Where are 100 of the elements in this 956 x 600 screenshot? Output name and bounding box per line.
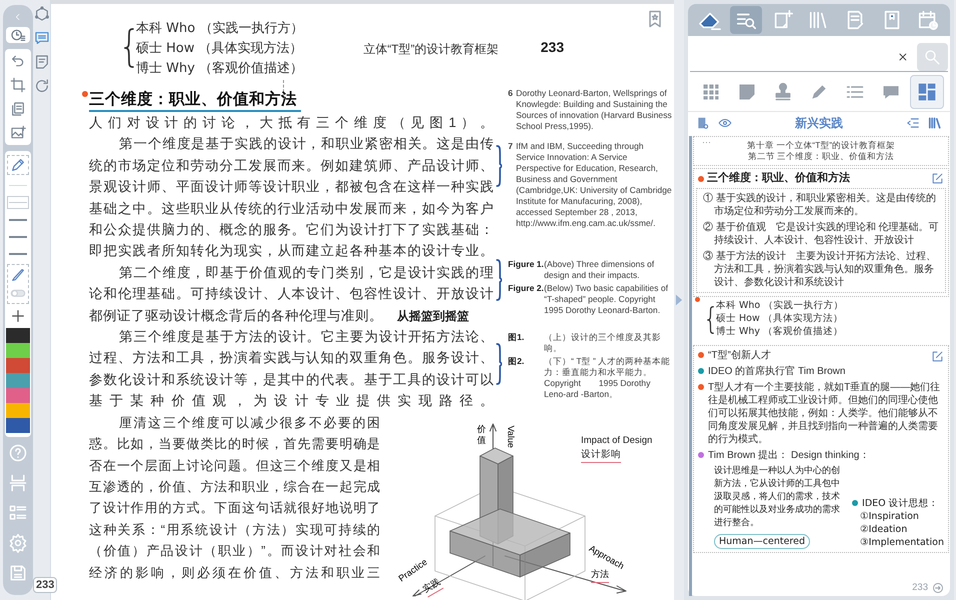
crop-icon[interactable] bbox=[10, 77, 26, 93]
axis-label: 价值 bbox=[477, 424, 487, 446]
handwritten-list-item: ①Inspiration bbox=[859, 510, 920, 523]
excerpt-item: ① 基于实践的设计，和职业紧密相关。这是由传统的市场定位和劳动分工发展而来的。 bbox=[703, 192, 937, 218]
page-number-badge: 233 bbox=[33, 577, 58, 593]
note-text: Tim Brown 提出： Design thinking： bbox=[708, 449, 870, 462]
paragraph: 人们对设计的讨论，大抵有三个维度（见图1）。 bbox=[89, 114, 494, 132]
paragraph: 都例证了驱动设计概念背后的各种伦理与准则。 bbox=[89, 306, 383, 325]
paragraph: 第三个维度是基于方法的设计。它主要为设计开拓方法论、过程、方法和工具，扮演着实践与认知的双重角色。服务设计、参数化设计和系统设计等，是其中的代表。基于工具的设计可以基于某种价值观，为设计专业提供实现路径。 bbox=[89, 328, 494, 410]
color-swatch[interactable] bbox=[6, 343, 30, 358]
pencil-icon bbox=[10, 157, 26, 173]
axis-label: 实践 bbox=[420, 575, 444, 598]
brush-icon[interactable] bbox=[10, 267, 26, 283]
image-add-icon[interactable] bbox=[10, 125, 26, 141]
excerpt-item: ③ 基于方法的设计 主要为设计开拓方法论、过程、方法和工具，扮演着实践与认知的双重角色。服务设计、参数化设计和系统设计 bbox=[703, 250, 937, 289]
footnote: Dorothy Leonard-Barton, Wellsprings of Knowlegde: Building and Sustaining the Sources of innovation (Harvard Business School Press,1995). bbox=[516, 88, 673, 132]
panel-title: 新兴实践 bbox=[794, 115, 844, 132]
handwritten-line: 硕士 How （具体实现方法） bbox=[136, 40, 304, 58]
caption-label: Figure 2. bbox=[508, 283, 544, 295]
handwritten-list-item: ②Ideation bbox=[859, 523, 908, 536]
paragraph: 第一个维度是基于实践的设计，和职业紧密相关。这是由传统的市场定位和劳动分工发展而来。例如建筑师、产品设计师、景观设计师、平面设计师等设计职业，都被包含在这样一种实践基础之中。这些职业从传统的行业活动中发展而来，如今为客户和公众提供脑力的、概念的服务。它们为设计打下了实践基础：即把实践者所知转化为现实，从而建立起各种基本的设计专业。 bbox=[89, 135, 494, 260]
handwritten-line: 硕士 How （具体实现方法） bbox=[716, 312, 844, 325]
note-text: T型人才有一个主要技能，就如T垂直的腿——她们往往是机械工程师或工业设计师。但她们的同理心使他们可以拓展其他技能，例如：人类学。他们能够从不同角度发展见解，并且找到指向一种普遍的人类需要的行为模式。 bbox=[708, 381, 942, 446]
page-number: 233 bbox=[912, 580, 928, 595]
comment-icon[interactable] bbox=[34, 30, 50, 46]
plus-icon[interactable] bbox=[10, 308, 26, 324]
paragraph: 厘清这三个维度可以减少很多不必要的困惑。比如，当要做类比的时候，首先需要明确是否在一个层面上讨论问题。但这三个维度又是相互渗透的，价值、方法和职业，综合在一起完成了设计作用的方式。下面这句话就很好地说明了这种关系：“用系统设计（方法）实现可持续的（价值）产品设计（职业）”。而设计对社会和经济的影响，则必须在价值、方法和职业三 bbox=[89, 414, 381, 582]
color-swatch[interactable] bbox=[6, 358, 30, 373]
handwritten-line: 博士 Why （客观价值描述） bbox=[136, 60, 304, 78]
split-icon[interactable] bbox=[8, 473, 28, 493]
page-number: 233 bbox=[540, 38, 564, 57]
paragraph: 第二个维度，即基于价值观的专门类别，它是设计实践的理论和伦理基础。可持续设计、人本设计、包容性设计、开放设计 bbox=[89, 264, 494, 304]
calendar-clock-icon bbox=[916, 9, 939, 31]
stamp-icon bbox=[773, 82, 793, 102]
bracket-mark bbox=[496, 144, 502, 188]
note-text: IDEO 的首席执行官 Tim Brown bbox=[708, 365, 846, 378]
line-width-option[interactable] bbox=[7, 196, 29, 209]
edit-icon[interactable] bbox=[931, 350, 944, 363]
footnote-number: 6 bbox=[508, 88, 514, 100]
color-swatch[interactable] bbox=[6, 328, 30, 343]
search-field[interactable] bbox=[690, 42, 948, 72]
caption: （下）“ T型 ” 人才的两种基本能力：垂直能力和水平能力。Copyright 1995 Dorothy Leno-ard -Barton。 bbox=[544, 356, 672, 400]
more-button[interactable]: ··· bbox=[702, 137, 711, 147]
excerpt-item: ② 基于价值观 它是设计实践的理论和 伦理基础。可持续设计、人本设计、包容性设计、开放设计 bbox=[703, 221, 939, 247]
search-icon bbox=[923, 48, 942, 66]
dashboard-icon bbox=[917, 82, 937, 102]
legend-label: Impact of Design bbox=[581, 434, 652, 448]
color-swatch[interactable] bbox=[6, 403, 30, 418]
color-swatch[interactable] bbox=[6, 388, 30, 403]
color-swatch[interactable] bbox=[6, 418, 30, 433]
excerpt-title: 三个维度：职业、价值和方法 bbox=[707, 170, 851, 186]
refresh-icon[interactable] bbox=[34, 78, 50, 94]
handwritten-line: 博士 Why （客观价值描述） bbox=[716, 325, 844, 338]
running-head: 立体“T型”的设计教育框架 bbox=[363, 41, 499, 58]
caption: (Above) Three dimensions of design and their impacts. bbox=[544, 259, 656, 281]
handwritten-note: 设计思维是一种以人为中心的创新方法，它从设计师的工具包中汲取灵感，将人们的需求，技术的可能性以及对业务成功的需求进行整合。 bbox=[714, 465, 841, 530]
caption-label: 图1. bbox=[508, 332, 526, 344]
handwritten-list-item: ③Implementation bbox=[859, 536, 944, 549]
color-swatch[interactable] bbox=[6, 373, 30, 388]
save-icon[interactable] bbox=[8, 563, 28, 583]
history-button[interactable] bbox=[6, 27, 30, 43]
caption-label: Figure 1. bbox=[508, 259, 544, 271]
section-heading: 三个维度：职业、价值和方法 bbox=[89, 90, 301, 112]
undo-icon[interactable] bbox=[10, 53, 26, 69]
axis-label: 方法 bbox=[591, 568, 609, 582]
chapter-heading: 第二节 三个维度：职业、价值和方法 bbox=[748, 151, 894, 162]
handwritten-note: IDEO 设计思想： bbox=[862, 497, 940, 510]
edit-icon[interactable] bbox=[931, 172, 944, 185]
handwritten-line: 本科 Who （实践一执行方） bbox=[136, 20, 304, 38]
books-icon[interactable] bbox=[928, 116, 942, 130]
axis-label: Value bbox=[504, 426, 517, 448]
caption: （上）设计的三个维度及其影响。 bbox=[544, 332, 662, 354]
note-text: “T型”创新人才 bbox=[708, 349, 772, 362]
clock-list-icon bbox=[10, 27, 26, 43]
chapter-heading: 第十章 一个立体“T型”的设计教育框架 bbox=[746, 140, 896, 151]
note-icon[interactable] bbox=[34, 54, 50, 70]
go-to-page-icon[interactable] bbox=[932, 582, 944, 594]
collapse-arrow-icon[interactable] bbox=[675, 293, 683, 307]
outdent-icon[interactable] bbox=[906, 116, 920, 130]
handwritten-line: 本科 Who （实践一执行方） bbox=[716, 299, 844, 312]
grid-icon bbox=[701, 82, 721, 102]
legend-label: 设计影响 bbox=[581, 448, 621, 464]
clear-icon[interactable] bbox=[897, 50, 909, 62]
filter-tab[interactable] bbox=[910, 74, 944, 108]
handwritten-tag: Human—centered bbox=[714, 534, 810, 549]
handwritten-note: 从摇篮到摇篮 bbox=[397, 308, 469, 325]
settings-icon[interactable] bbox=[8, 533, 28, 553]
toolbar-button[interactable] bbox=[730, 6, 762, 34]
copy-icon[interactable] bbox=[10, 101, 26, 117]
sticky-note-icon bbox=[737, 82, 757, 102]
bracket-mark bbox=[496, 256, 502, 304]
caption-label: 图2. bbox=[508, 356, 526, 368]
footnote: IfM and IBM, Succeeding through Service Innovation: A Service Perspective for Education, Research, Business and Government (Cambridge,UK: University of Cambridge Institute for Manufacuring, 2008), accessed September 28 , 2013, http://www.ifm.eng.cam.ac.uk/ssme/. bbox=[516, 141, 673, 229]
caption: (Below) Two basic capabilities of “T-shaped” people. Copyright 1995 Dorothy Leonard-Barton. bbox=[544, 283, 670, 316]
pen-button[interactable] bbox=[7, 155, 29, 175]
notebook-icon[interactable] bbox=[696, 116, 710, 130]
network-icon[interactable] bbox=[34, 6, 50, 22]
help-icon[interactable] bbox=[8, 443, 28, 463]
eye-icon[interactable] bbox=[718, 116, 732, 130]
footnote-number: 7 bbox=[508, 141, 514, 153]
